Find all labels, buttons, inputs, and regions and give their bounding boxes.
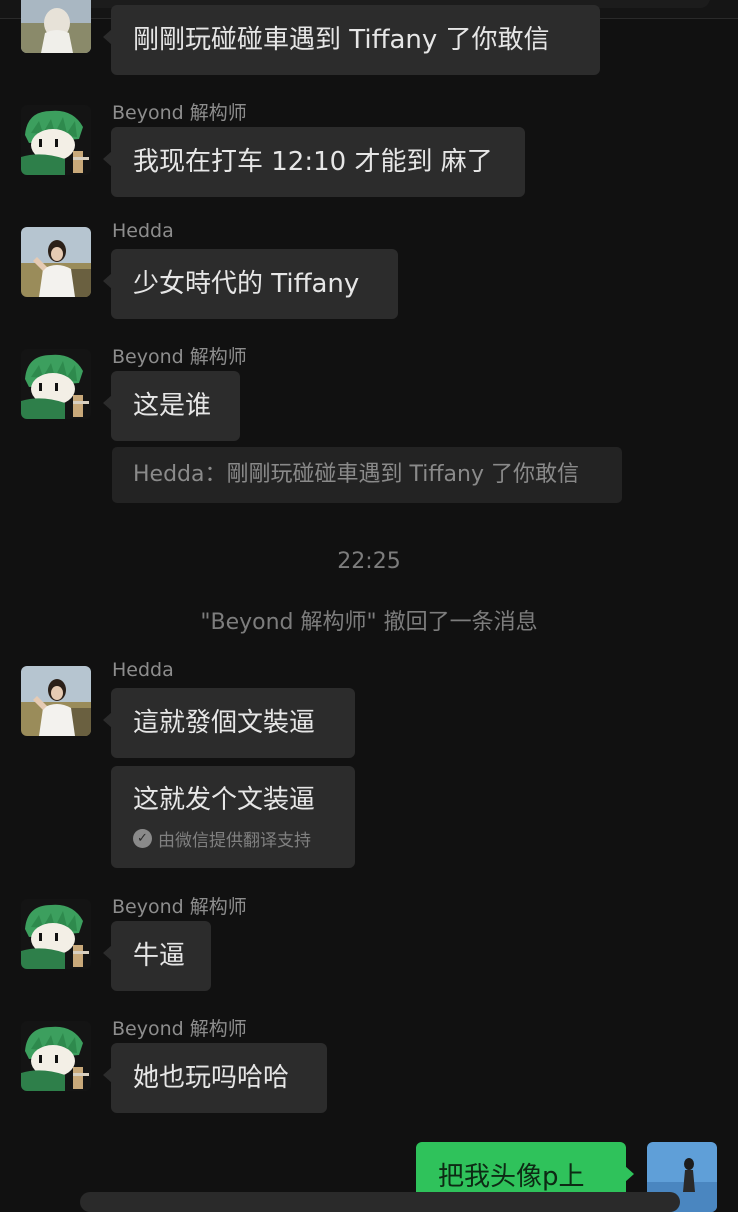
beyond-avatar[interactable] <box>21 349 91 419</box>
hedda-avatar[interactable] <box>21 227 91 297</box>
translation-note-label: 由微信提供翻译支持 <box>158 831 311 851</box>
translation-note: ✓ 由微信提供翻译支持 <box>133 826 333 851</box>
translated-text: 这就发个文装逼 <box>133 785 316 815</box>
beyond-avatar[interactable] <box>21 105 91 175</box>
message-bubble[interactable]: 她也玩吗哈哈 <box>103 1043 327 1113</box>
sender-name: Hedda <box>112 220 174 242</box>
hedda-avatar[interactable] <box>21 666 91 736</box>
beyond-avatar[interactable] <box>21 1021 91 1091</box>
message-bubble[interactable]: 牛逼 <box>103 921 211 991</box>
quoted-message[interactable]: Hedda：剛剛玩碰碰車遇到 Tiffany 了你敢信 <box>112 447 622 503</box>
message-bubble[interactable]: 这是谁 <box>103 371 240 441</box>
beyond-avatar[interactable] <box>21 899 91 969</box>
sender-name: Beyond 解构师 <box>112 896 247 918</box>
sender-name: Hedda <box>112 659 174 681</box>
hedda-avatar[interactable] <box>21 0 91 53</box>
recall-notice: "Beyond 解构师" 撤回了一条消息 <box>200 610 538 635</box>
sender-name: Beyond 解构师 <box>112 1018 247 1040</box>
message-bubble[interactable]: 剛剛玩碰碰車遇到 Tiffany 了你敢信 <box>103 5 600 75</box>
check-circle-icon: ✓ <box>133 829 152 848</box>
message-bubble[interactable]: 這就發個文裝逼 <box>103 688 355 758</box>
message-bubble[interactable]: 少女時代的 Tiffany <box>103 249 398 319</box>
bottom-input-bar[interactable] <box>80 1192 680 1212</box>
sender-name: Beyond 解构师 <box>112 346 247 368</box>
message-bubble[interactable]: 我现在打车 12:10 才能到 麻了 <box>103 127 525 197</box>
timestamp: 22:25 <box>337 549 401 574</box>
translation-bubble[interactable]: 这就发个文装逼 ✓ 由微信提供翻译支持 <box>111 766 355 868</box>
sender-name: Beyond 解构师 <box>112 102 247 124</box>
